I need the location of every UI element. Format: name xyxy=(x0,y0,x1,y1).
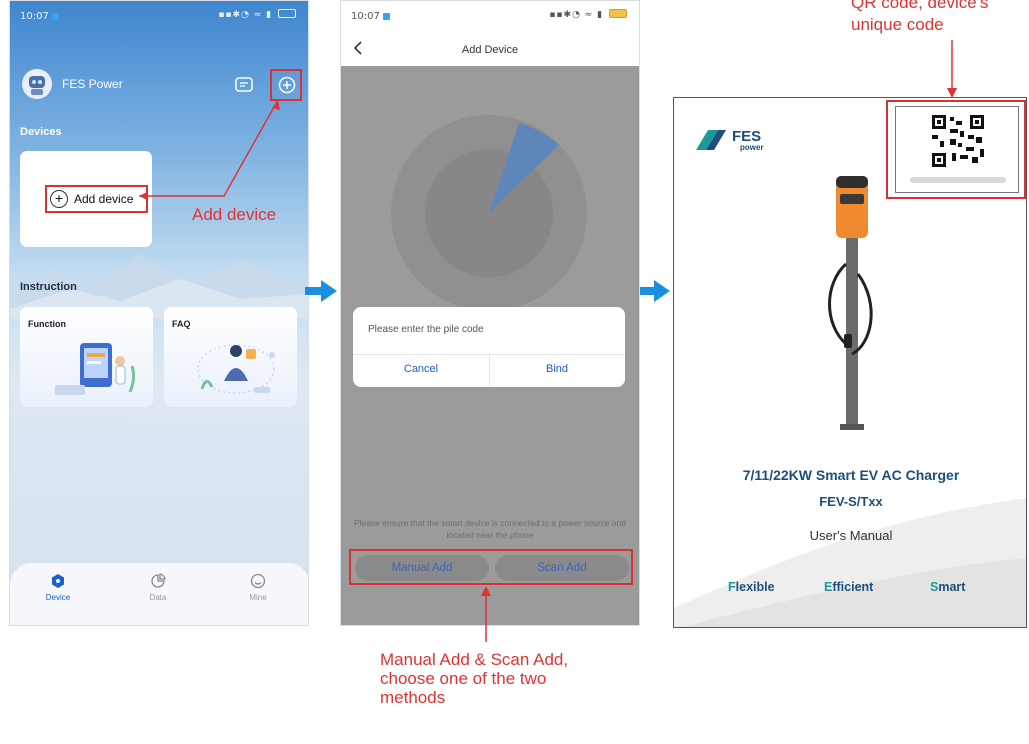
status-bar: 10:07 ▪▪✱◔ ≈ ▮ xyxy=(341,1,639,27)
hint-text: Please ensure that the smart device is c… xyxy=(353,518,627,540)
function-illustration-icon xyxy=(55,343,136,395)
flow-arrow-right-icon xyxy=(305,280,337,302)
pile-code-input[interactable]: Please enter the pile code xyxy=(368,324,484,335)
top-bar: 10:07 ▪▪✱◔ ≈ ▮ Add Device xyxy=(341,1,639,66)
methods-annotation-line: Manual Add & Scan Add, xyxy=(380,650,569,669)
qr-code-label xyxy=(895,106,1019,193)
add-methods-highlight-box: Manual Add Scan Add xyxy=(349,549,633,585)
methods-annotation-line: methods xyxy=(380,688,446,707)
tab-device-label: Device xyxy=(45,593,71,602)
add-device-annotation-line xyxy=(139,99,280,200)
ev-charger-image xyxy=(828,176,873,430)
tab-data[interactable]: Data xyxy=(128,573,188,602)
battery-icon xyxy=(609,9,627,18)
bottom-tab-bar: Device Data Mine xyxy=(10,563,308,625)
device-hexagon-icon xyxy=(52,574,64,588)
methods-annotation-line: choose one of the two xyxy=(380,669,547,688)
bind-button[interactable]: Bind xyxy=(489,363,625,375)
scan-add-button[interactable]: Scan Add xyxy=(495,555,629,581)
qr-code-highlight-box xyxy=(886,100,1026,199)
page-title: Add Device xyxy=(461,44,519,56)
tab-mine[interactable]: Mine xyxy=(228,573,288,602)
add-device-screen: 10:07 ▪▪✱◔ ≈ ▮ Add Device Please enter t… xyxy=(340,0,640,626)
faq-illustration-icon xyxy=(197,344,275,394)
instruction-section-title: Instruction xyxy=(20,281,77,293)
pie-chart-icon xyxy=(151,573,166,588)
cancel-button[interactable]: Cancel xyxy=(353,363,489,375)
tagline-efficient: Efficient xyxy=(824,580,874,594)
faq-card[interactable]: FAQ xyxy=(164,307,297,407)
faq-card-label: FAQ xyxy=(172,319,191,329)
smile-face-icon xyxy=(250,573,266,589)
tab-device[interactable]: Device xyxy=(28,573,88,602)
qr-code-annotation: QR code, device's unique code xyxy=(851,0,988,36)
flow-arrow-right-icon xyxy=(638,280,670,302)
tagline-flexible: Flexible xyxy=(728,580,775,594)
manual-add-button[interactable]: Manual Add xyxy=(355,555,489,581)
manual-title: 7/11/22KW Smart EV AC Charger xyxy=(742,467,960,483)
methods-annotation: Manual Add & Scan Add, choose one of the… xyxy=(380,650,568,707)
fes-power-logo-icon: FES power xyxy=(696,128,764,152)
user-manual-cover: FES power 7/11/22KW Smart EV AC Charger … xyxy=(673,97,1027,628)
manual-model: FEV-S/Txx xyxy=(819,494,883,509)
svg-text:power: power xyxy=(740,143,764,152)
qr-annotation-arrow xyxy=(947,40,957,98)
status-icons: ▪▪✱◔ ≈ ▮ xyxy=(549,9,627,20)
qr-annotation-line: QR code, device's xyxy=(851,0,989,12)
function-card-label: Function xyxy=(28,319,66,329)
radar-scan-icon xyxy=(391,115,587,311)
qr-annotation-line: unique code xyxy=(851,15,944,34)
tab-mine-label: Mine xyxy=(249,593,267,602)
function-card[interactable]: Function xyxy=(20,307,153,407)
tab-data-label: Data xyxy=(149,593,167,602)
pile-code-dialog: Please enter the pile code Cancel Bind xyxy=(353,307,625,387)
status-time: 10:07 xyxy=(351,11,390,22)
manual-subtitle: User's Manual xyxy=(809,528,893,543)
tagline-smart: Smart xyxy=(930,580,966,594)
methods-annotation-arrow xyxy=(481,586,491,642)
qr-code-icon xyxy=(910,113,1006,183)
